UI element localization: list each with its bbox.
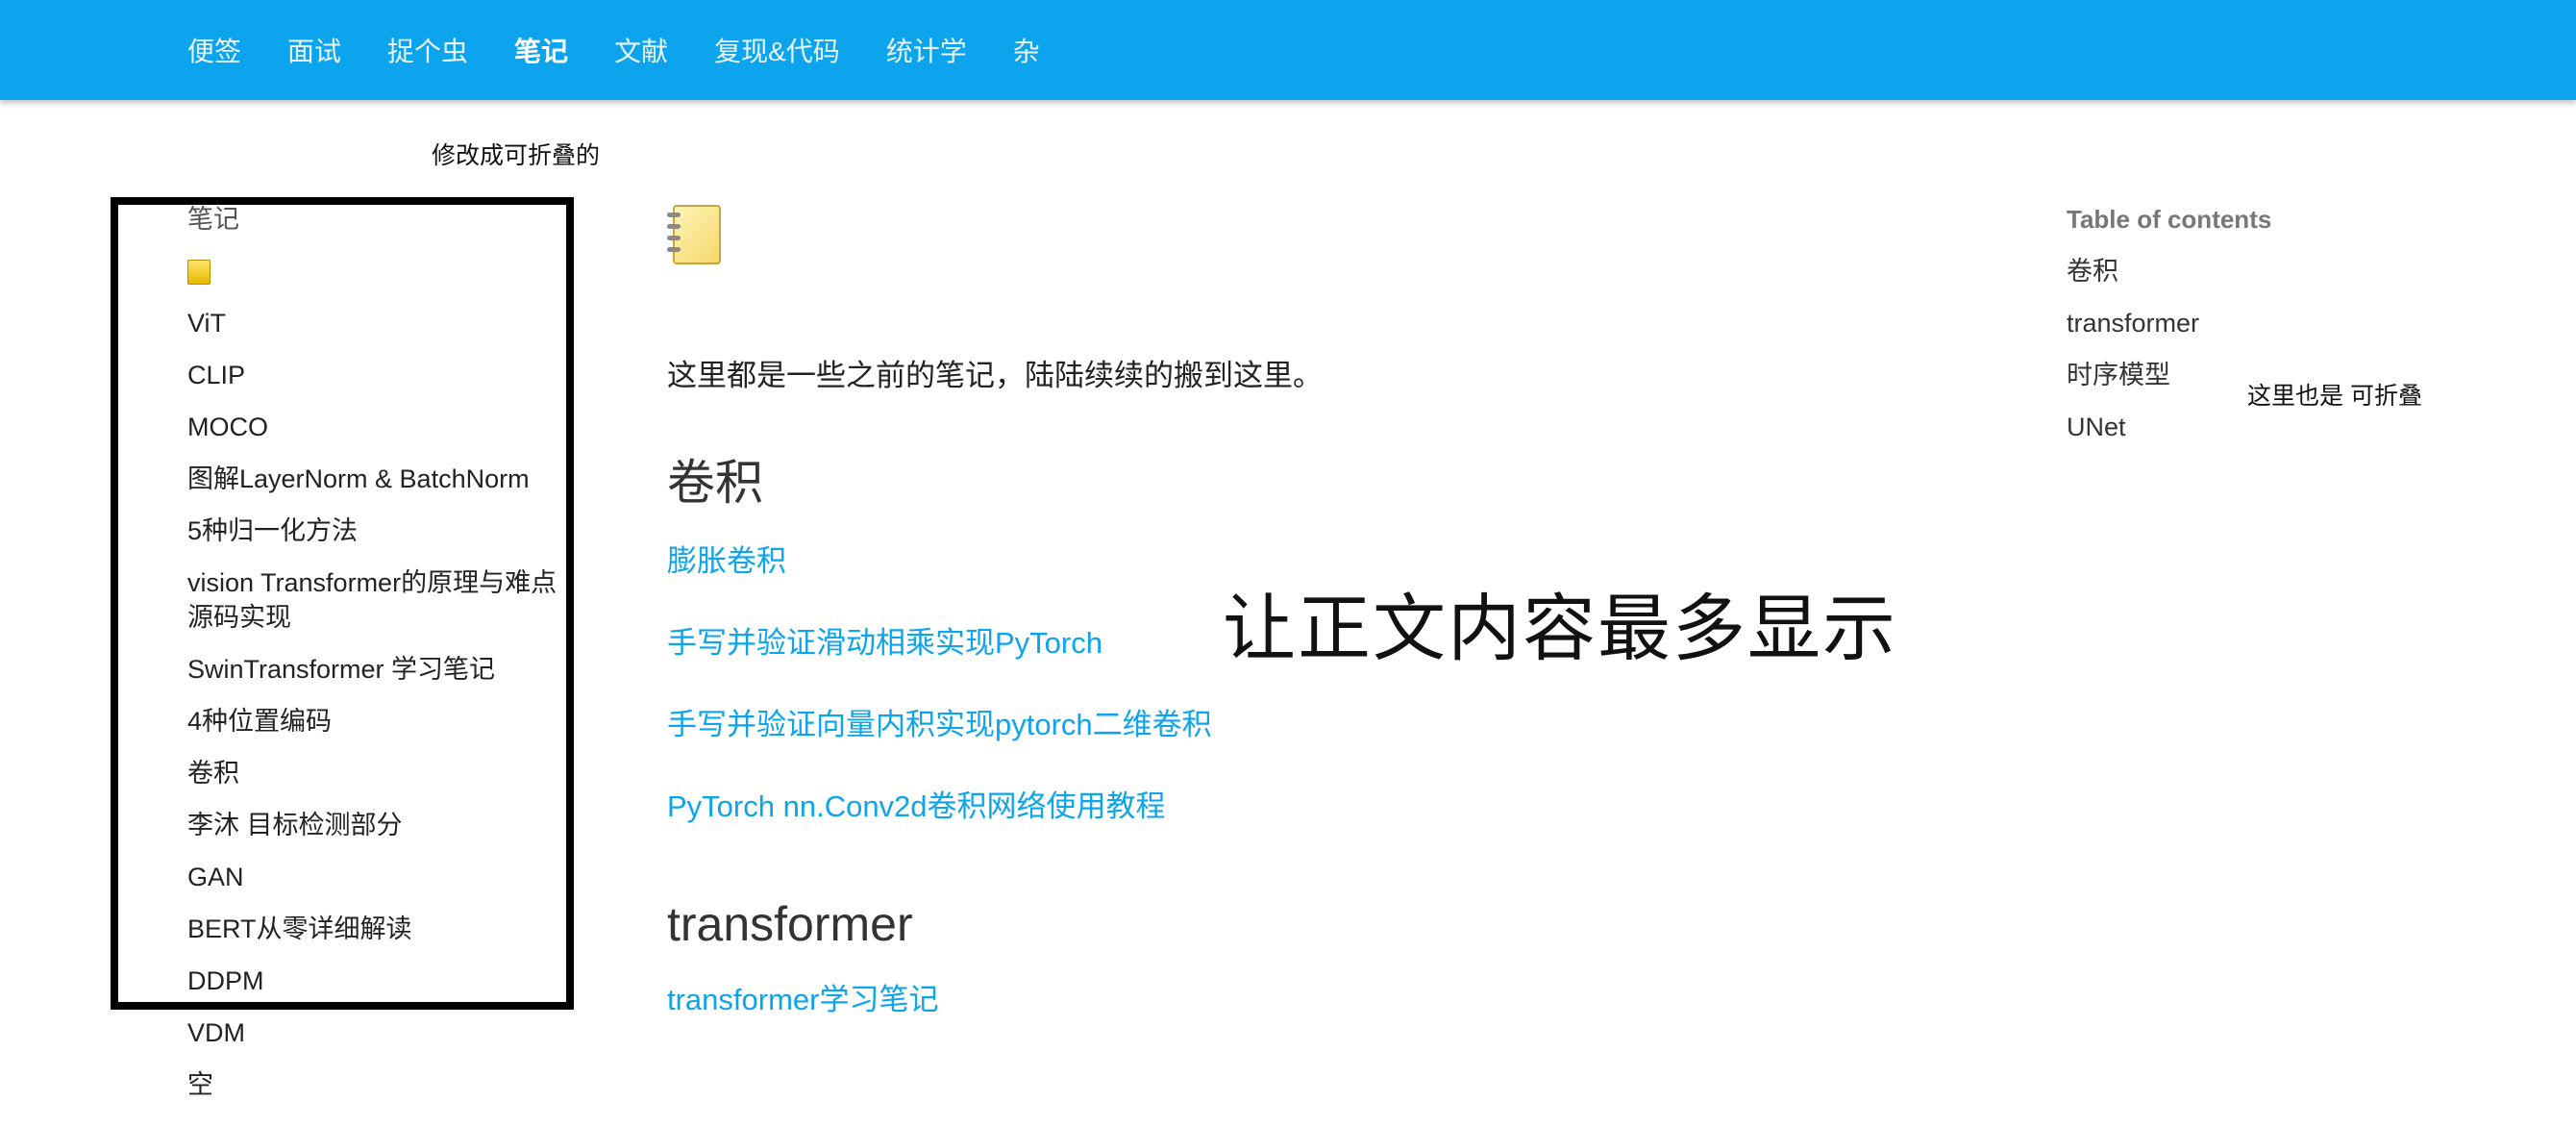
sidebar-item-conv[interactable]: 卷积 [187, 756, 582, 790]
link-transformer-notes[interactable]: transformer学习笔记 [667, 975, 1917, 1018]
sidebar-item-normalization[interactable]: 5种归一化方法 [187, 513, 582, 548]
link-dilated-conv[interactable]: 膨胀卷积 [667, 537, 1917, 580]
sidebar-annotation: 修改成可折叠的 [432, 142, 601, 169]
nav-item-za[interactable]: 杂 [1013, 31, 1040, 69]
sidebar-item-gan[interactable]: GAN [187, 860, 582, 894]
sidebar-item-layernorm-batchnorm[interactable]: 图解LayerNorm & BatchNorm [187, 462, 582, 496]
nav-item-bianqian[interactable]: 便签 [187, 31, 241, 69]
toc-item-time-series[interactable]: 时序模型 [2067, 358, 2355, 392]
intro-text: 这里都是一些之前的笔记，陆陆续续的搬到这里。 [667, 359, 1323, 392]
toc-item-transformer[interactable]: transformer [2067, 306, 2355, 340]
section-heading-transformer: transformer [667, 897, 913, 951]
sidebar-item-vit[interactable]: ViT [187, 306, 582, 340]
nav-menu: 便签 面试 捉个虫 笔记 文献 复现&代码 统计学 杂 [187, 0, 1086, 100]
sidebar-item-icon[interactable] [187, 254, 582, 288]
section-heading-conv: 卷积 [667, 456, 763, 510]
nav-item-zhuogechong[interactable]: 捉个虫 [387, 31, 468, 69]
notebook-icon [667, 205, 721, 264]
nav-item-tongjixue[interactable]: 统计学 [886, 31, 967, 69]
nav-item-fuxian-code[interactable]: 复现&代码 [714, 31, 840, 69]
sidebar-item-clip[interactable]: CLIP [187, 358, 582, 392]
sidebar-item-vision-transformer[interactable]: vision Transformer的原理与难点源码实现 [187, 565, 582, 635]
top-navbar: 便签 面试 捉个虫 笔记 文献 复现&代码 统计学 杂 [0, 0, 2576, 100]
notebook-icon [187, 260, 211, 285]
sidebar-item-ddpm[interactable]: DDPM [187, 964, 582, 998]
table-of-contents: Table of contents 卷积 transformer 时序模型 UN… [2067, 202, 2355, 462]
sidebar-item-empty[interactable]: 空 [187, 1067, 582, 1102]
sidebar-item-position-encoding[interactable]: 4种位置编码 [187, 704, 582, 739]
nav-item-wenxian[interactable]: 文献 [614, 31, 668, 69]
toc-item-conv[interactable]: 卷积 [2067, 254, 2355, 288]
link-inner-product-conv2d[interactable]: 手写并验证向量内积实现pytorch二维卷积 [667, 700, 1917, 743]
sidebar-item-swin-transformer[interactable]: SwinTransformer 学习笔记 [187, 652, 582, 687]
toc-item-unet[interactable]: UNet [2067, 410, 2355, 444]
nav-item-biji[interactable]: 笔记 [514, 31, 568, 69]
link-sliding-multiply[interactable]: 手写并验证滑动相乘实现PyTorch [667, 618, 1917, 662]
link-conv2d-tutorial[interactable]: PyTorch nn.Conv2d卷积网络使用教程 [667, 782, 1917, 825]
sidebar-heading[interactable]: 笔记 [187, 202, 582, 237]
main-content: 这里都是一些之前的笔记，陆陆续续的搬到这里。 卷积 膨胀卷积 手写并验证滑动相乘… [667, 197, 1917, 1057]
sidebar-item-bert[interactable]: BERT从零详细解读 [187, 912, 582, 946]
nav-item-mianshi[interactable]: 面试 [287, 31, 341, 69]
sidebar-item-vdm[interactable]: VDM [187, 1015, 582, 1050]
toc-title: Table of contents [2067, 205, 2272, 234]
sidebar-item-moco[interactable]: MOCO [187, 410, 582, 444]
sidebar-nav: 笔记 ViT CLIP MOCO 图解LayerNorm & BatchNorm… [187, 202, 582, 1119]
sidebar-item-object-detection[interactable]: 李沐 目标检测部分 [187, 808, 582, 842]
